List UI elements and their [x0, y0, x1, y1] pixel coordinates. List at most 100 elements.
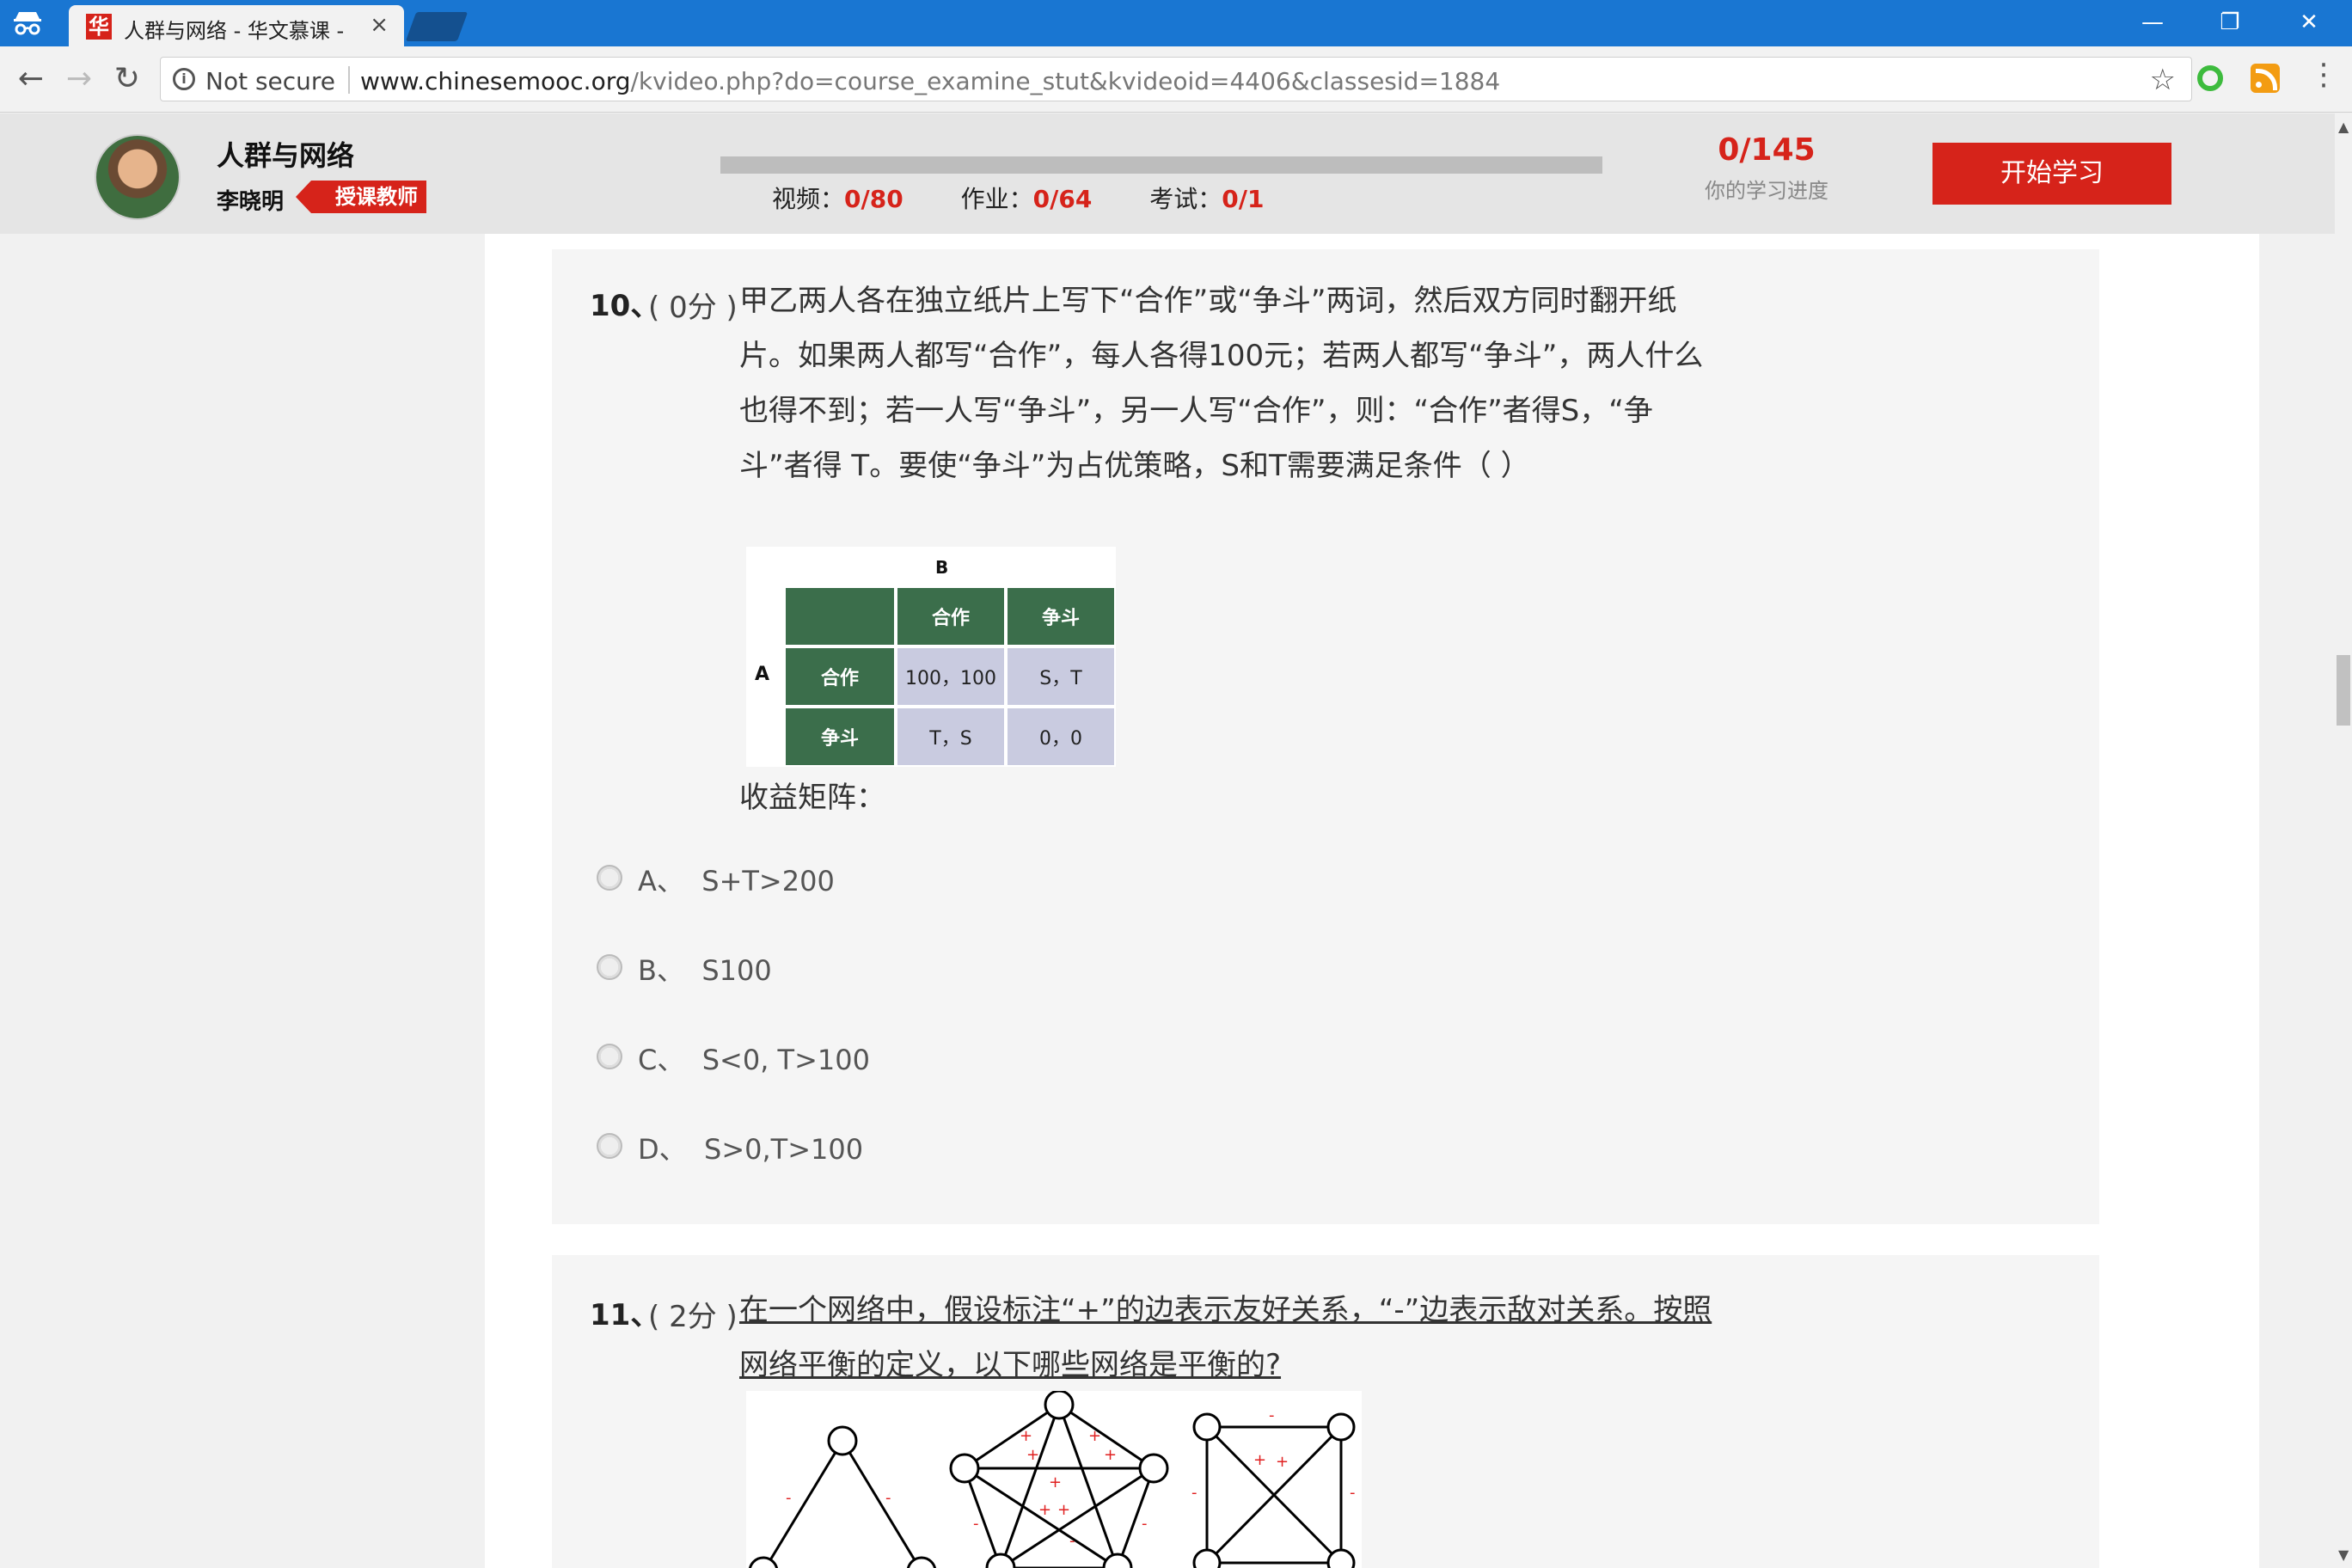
edge-sign: - [1069, 1532, 1075, 1550]
info-icon[interactable]: i [173, 68, 195, 90]
progress-total: 0/145 [1718, 132, 1816, 168]
question-card-11: 11、 ( 2分 ) 在一个网络中，假设标注“+”的边表示友好关系，“-”边表示… [552, 1255, 2099, 1568]
edge-sign: - [973, 1515, 979, 1533]
extension-icon[interactable] [2197, 65, 2223, 91]
matrix-row-header: 合作 [786, 648, 894, 705]
matrix-row-player: A [755, 664, 770, 685]
option-text: D、 S>0,T>100 [638, 1128, 863, 1167]
edge-sign: + [1057, 1501, 1070, 1519]
scroll-up-icon[interactable]: ▲ [2338, 119, 2349, 135]
rss-icon[interactable] [2251, 64, 2280, 93]
stat-value: 0/1 [1222, 185, 1265, 213]
menu-icon[interactable]: · · · [2311, 51, 2337, 101]
stat-label: 作业： [960, 185, 1033, 213]
triangle-edge-signs: - - [786, 1489, 891, 1507]
option-label: S+T>200 [701, 865, 835, 897]
option-label: S100 [701, 954, 772, 987]
incognito-icon [14, 12, 41, 35]
browser-titlebar: 华 人群与网络 - 华文慕课 - × — ❐ ✕ [0, 0, 2352, 46]
browser-tab[interactable]: 华 人群与网络 - 华文慕课 - × [69, 5, 404, 46]
edge-sign: - [786, 1489, 792, 1507]
stat-value: 0/80 [844, 185, 903, 213]
matrix-col-header: 争斗 [1008, 588, 1114, 645]
star-icon[interactable]: ☆ [2150, 63, 2176, 97]
matrix-cell: S，T [1008, 648, 1114, 705]
reload-icon[interactable]: ↻ [108, 60, 146, 98]
option-label: S<0, T>100 [701, 1044, 870, 1076]
matrix-caption: 收益矩阵： [739, 781, 885, 815]
payoff-matrix: B A 合作 争斗 合作 100，100 S，T 争斗 T，S 0，0 [746, 547, 1116, 767]
edge-sign: + [1020, 1427, 1032, 1445]
edge-sign: + [1038, 1501, 1051, 1519]
square-network [1192, 1412, 1356, 1568]
browser-toolbar: ← → ↻ i Not secure www.chinesemooc.org/k… [0, 46, 2352, 113]
question-score: ( 2分 ) [648, 1300, 738, 1334]
restore-icon[interactable]: ❐ [2204, 5, 2256, 40]
teacher-badge: 授课教师 [296, 181, 426, 213]
edge-sign: + [1104, 1446, 1117, 1464]
edge-sign: - [1350, 1484, 1356, 1502]
option-letter: B、 [638, 954, 684, 987]
radio-button[interactable] [597, 865, 622, 891]
edge-sign: + [1253, 1451, 1266, 1469]
option-letter: A、 [638, 865, 684, 897]
start-learning-button[interactable]: 开始学习 [1932, 143, 2171, 205]
back-icon[interactable]: ← [12, 60, 50, 98]
matrix-corner [786, 588, 894, 645]
edge-sign: + [1026, 1446, 1039, 1464]
close-window-icon[interactable]: ✕ [2283, 5, 2335, 40]
tab-close-icon[interactable]: × [370, 12, 389, 38]
matrix-col-player: B [935, 557, 949, 578]
progress-label: 你的学习进度 [1705, 179, 1828, 203]
url-path: /kvideo.php?do=course_examine_stut&kvide… [630, 67, 1501, 95]
matrix-cell: T，S [897, 708, 1004, 765]
teacher-avatar [95, 134, 181, 220]
edge-sign: + [1088, 1427, 1101, 1445]
progress-bar [720, 156, 1602, 174]
radio-button[interactable] [597, 1133, 622, 1159]
minimize-icon[interactable]: — [2127, 5, 2178, 40]
option-letter: C、 [638, 1044, 685, 1076]
matrix-cell: 100，100 [897, 648, 1004, 705]
matrix-col-header: 合作 [897, 588, 1004, 645]
url-text[interactable]: www.chinesemooc.org/kvideo.php?do=course… [360, 67, 1500, 95]
edge-sign: - [885, 1489, 891, 1507]
tab-title: 人群与网络 - 华文慕课 - [124, 19, 345, 43]
page-scrollbar[interactable]: ▲ ▼ [2335, 113, 2352, 1568]
network-diagrams-svg: - - + + + + + + + - - - - + + - - [748, 1389, 1356, 1568]
stat-video: 视频：0/80 [772, 181, 903, 215]
radio-button[interactable] [597, 1044, 622, 1069]
url-host: www.chinesemooc.org [360, 67, 631, 95]
matrix-cell: 0，0 [1008, 708, 1114, 765]
triangle-network [748, 1425, 937, 1568]
teacher-name: 李晓明 [217, 189, 285, 215]
stat-label: 考试： [1149, 185, 1222, 213]
stat-homework: 作业：0/64 [961, 181, 1093, 215]
question-card-10: 10、 ( 0分 ) 甲乙两人各在独立纸片上写下“合作”或“争斗”两词，然后双方… [552, 249, 2099, 1224]
option-text: B、 S100 [638, 949, 772, 989]
progress-stats: 视频：0/80 作业：0/64 考试：0/1 [772, 181, 1314, 215]
stat-value: 0/64 [1032, 185, 1093, 213]
security-label[interactable]: Not secure [205, 67, 335, 95]
option-label: S>0,T>100 [704, 1133, 864, 1166]
scrollbar-thumb[interactable] [2337, 655, 2350, 726]
omnibox-divider [348, 66, 350, 94]
option-text: C、 S<0, T>100 [638, 1038, 870, 1078]
course-title: 人群与网络 [217, 139, 355, 172]
stat-exam: 考试：0/1 [1149, 181, 1264, 215]
option-letter: D、 [638, 1133, 687, 1166]
matrix-grid: 合作 争斗 合作 100，100 S，T 争斗 T，S 0，0 [786, 588, 1114, 765]
edge-sign: - [1269, 1406, 1275, 1424]
edge-sign: + [1276, 1453, 1289, 1471]
forward-icon[interactable]: → [60, 60, 98, 98]
stat-label: 视频： [772, 185, 845, 213]
radio-button[interactable] [597, 954, 622, 980]
edge-sign: + [1049, 1473, 1062, 1491]
question-text: 甲乙两人各在独立纸片上写下“合作”或“争斗”两词，然后双方同时翻开纸片。如果两人… [739, 284, 1704, 483]
address-bar[interactable]: i Not secure www.chinesemooc.org/kvideo.… [160, 57, 2192, 101]
scroll-down-icon[interactable]: ▼ [2338, 1547, 2349, 1563]
network-diagrams: - - + + + + + + + - - - - + + - - [746, 1389, 1362, 1568]
question-text: 在一个网络中，假设标注“+”的边表示友好关系，“-”边表示敌对关系。按照网络平衡… [739, 1293, 1712, 1382]
site-favicon: 华 [86, 14, 112, 40]
new-tab-button[interactable] [405, 12, 469, 41]
